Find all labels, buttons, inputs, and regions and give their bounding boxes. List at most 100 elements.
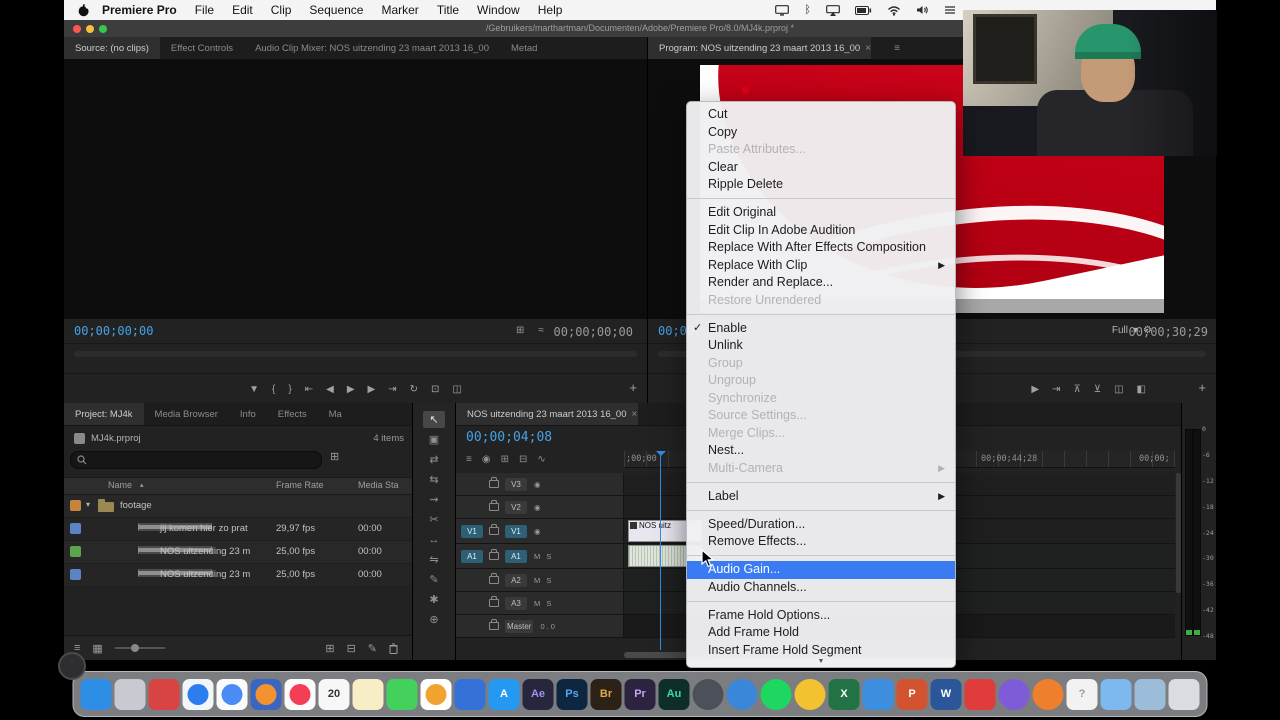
new-item-icon[interactable]: ✎ [368, 642, 377, 655]
timeline-settings-icon[interactable]: ∿ [537, 454, 545, 465]
source-panel-tab[interactable]: Effect Controls [160, 37, 244, 59]
context-menu-item[interactable]: Remove Effects... [687, 533, 955, 551]
rate-stretch-tool[interactable]: ⇝ [423, 491, 445, 508]
dock-firefox[interactable] [250, 678, 282, 710]
button-editor-icon[interactable]: + [629, 373, 637, 403]
track-target-badge[interactable]: V2 [505, 500, 527, 514]
timeline-menu-icon[interactable]: ≡ [466, 454, 472, 465]
project-panel-tab[interactable]: Info [229, 403, 267, 425]
context-menu-item[interactable] [687, 600, 955, 602]
menubar-item[interactable]: Window [477, 3, 520, 17]
menubar-item[interactable]: Title [437, 3, 459, 17]
context-menu-item[interactable]: Audio Channels... [687, 579, 955, 597]
automate-to-sequence-icon[interactable]: ⊞ [325, 642, 334, 655]
program-panel-tab[interactable]: Program: NOS uitzending 23 maart 2013 16… [648, 37, 872, 59]
program-timecode-duration[interactable]: 00;00;30;29 [1129, 325, 1208, 339]
panel-menu-icon[interactable]: ≡ [894, 43, 900, 54]
dock-chrome[interactable] [216, 678, 248, 710]
find-icon[interactable]: ⊟ [347, 642, 356, 655]
disclosure-triangle-icon[interactable]: ▾ [86, 500, 90, 509]
context-menu-item[interactable]: Copy [687, 124, 955, 142]
item-name[interactable]: NOS uitzending 23 m [160, 569, 250, 580]
play-icon[interactable]: ▶ [347, 384, 355, 395]
dock-spotify[interactable] [760, 678, 792, 710]
context-menu-item[interactable]: Render and Replace... [687, 274, 955, 292]
source-patch-badge[interactable]: A1 [461, 549, 483, 563]
track-buttons[interactable]: ◉ [534, 480, 543, 489]
add-marker-icon[interactable]: ⊟ [519, 454, 527, 465]
label-color-chip[interactable] [70, 500, 81, 511]
zoom-slider[interactable] [114, 644, 165, 652]
export-frame-icon[interactable]: ◫ [1114, 384, 1123, 395]
source-patch-badge[interactable]: V1 [461, 524, 483, 538]
project-panel-tab[interactable]: Ma [318, 403, 353, 425]
wifi-icon[interactable] [887, 5, 901, 16]
item-name[interactable]: NOS uitzending 23 m [160, 546, 250, 557]
source-panel-tab[interactable]: Source: (no clips) [64, 37, 160, 59]
item-name[interactable]: footage [120, 500, 152, 511]
project-item-row[interactable]: NOS uitzending 23 m 25,00 fps 00:00 [64, 541, 412, 564]
context-menu-item[interactable]: Replace With After Effects Composition [687, 239, 955, 257]
track-select-tool[interactable]: ▣ [423, 431, 445, 448]
menubar-item[interactable]: Edit [232, 3, 253, 17]
context-menu-item[interactable]: Label ▶ [687, 488, 955, 506]
new-bin-icon[interactable]: ⊞ [330, 450, 339, 463]
menubar-item[interactable]: Marker [381, 3, 418, 17]
track-buttons[interactable]: M S [534, 599, 553, 608]
close-panel-icon[interactable]: × [632, 409, 638, 420]
track-lock-icon[interactable] [489, 500, 499, 511]
dock-safari[interactable] [182, 678, 214, 710]
playhead-line[interactable] [660, 451, 661, 650]
mark-in-icon[interactable]: { [272, 384, 275, 395]
project-panel-tab[interactable]: Media Browser [144, 403, 229, 425]
trash-icon[interactable] [389, 643, 398, 654]
track-lock-icon[interactable] [489, 549, 499, 560]
label-color-chip[interactable] [70, 569, 81, 580]
context-menu-item[interactable]: Unlink [687, 337, 955, 355]
context-menu-item[interactable]: Ripple Delete [687, 176, 955, 194]
dock-calendar[interactable]: 20 [318, 678, 350, 710]
context-menu-item[interactable]: Speed/Duration... [687, 516, 955, 534]
context-menu-item[interactable]: Replace With Clip ▶ [687, 257, 955, 275]
context-menu-item[interactable]: Clear [687, 159, 955, 177]
context-menu-item[interactable]: Merge Clips... [687, 425, 955, 443]
dock-trash[interactable] [1168, 678, 1200, 710]
battery-icon[interactable] [855, 5, 872, 15]
ripple-edit-tool[interactable]: ⇄ [423, 451, 445, 468]
snap-icon[interactable]: ◉ [482, 454, 491, 465]
zoom-window-button[interactable] [99, 25, 107, 33]
project-search-box[interactable] [70, 451, 322, 469]
dock-sphere-yellow[interactable] [794, 678, 826, 710]
context-menu-item[interactable]: Multi-Camera ▶ [687, 460, 955, 478]
play-icon[interactable]: ▶ [1031, 384, 1039, 395]
output-select-icon[interactable]: ≈ [538, 325, 544, 336]
context-menu-item[interactable]: Ungroup [687, 372, 955, 390]
dock-stack[interactable] [1134, 678, 1166, 710]
track-lock-icon[interactable] [489, 524, 499, 535]
icon-view-icon[interactable]: ▦ [92, 642, 102, 655]
minimize-window-button[interactable] [86, 25, 94, 33]
context-menu-item[interactable]: Edit Original [687, 204, 955, 222]
context-menu-item[interactable]: Source Settings... [687, 407, 955, 425]
context-menu-item[interactable] [687, 313, 955, 315]
menubar-item[interactable]: Clip [271, 3, 292, 17]
dock-app-red[interactable] [148, 678, 180, 710]
dock-audition[interactable]: Au [658, 678, 690, 710]
context-menu-item[interactable] [687, 555, 955, 557]
project-panel-tab[interactable]: Effects [267, 403, 318, 425]
label-color-chip[interactable] [70, 546, 81, 557]
project-column-headers[interactable]: Name ▴ Frame Rate Media Sta [64, 477, 412, 495]
display-icon[interactable] [775, 4, 790, 16]
export-frame-icon[interactable]: ◫ [452, 384, 461, 395]
dock-powerpoint[interactable]: P [896, 678, 928, 710]
track-target-badge[interactable]: V1 [505, 524, 527, 538]
dock-unknown[interactable]: ? [1066, 678, 1098, 710]
button-editor-icon[interactable]: + [1198, 373, 1206, 403]
vertical-scrollbar[interactable] [1176, 473, 1181, 593]
track-lock-icon[interactable] [489, 477, 499, 488]
timeline-sequence-tab[interactable]: NOS uitzending 23 maart 2013 16_00 [456, 403, 638, 425]
linked-selection-icon[interactable]: ⊞ [501, 454, 509, 465]
step-forward-icon[interactable]: ⇥ [1052, 384, 1060, 395]
close-window-button[interactable] [73, 25, 81, 33]
dock-premiere[interactable]: Pr [624, 678, 656, 710]
